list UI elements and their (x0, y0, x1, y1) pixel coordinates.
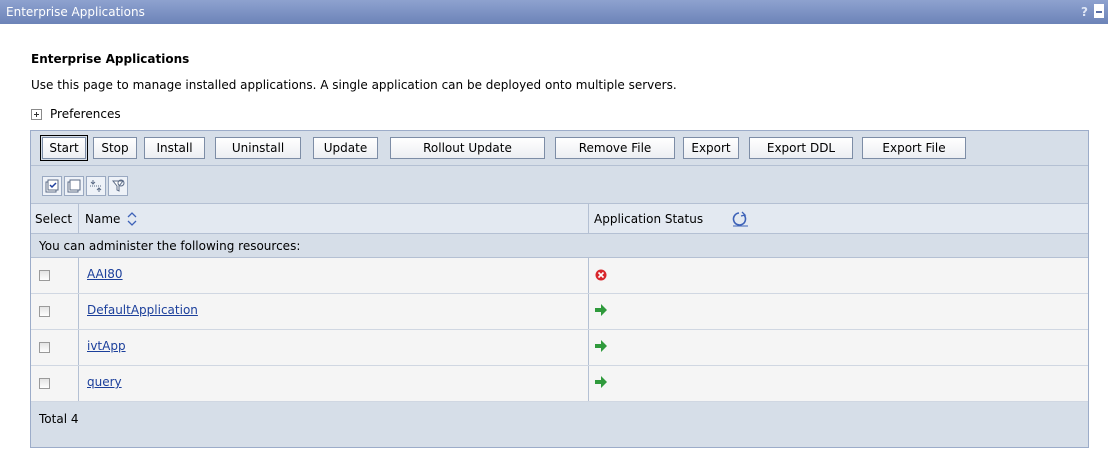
export-ddl-button[interactable]: Export DDL (749, 137, 853, 159)
table-row: DefaultApplication (31, 294, 1088, 330)
applications-panel: Start Stop Install Uninstall Update Roll… (30, 130, 1089, 448)
column-application-status: Application Status (594, 212, 704, 226)
table-icon-bar (31, 166, 1088, 204)
select-all-icon[interactable] (42, 176, 62, 196)
app-link-query[interactable]: query (87, 375, 122, 389)
stop-button[interactable]: Stop (93, 137, 137, 159)
started-icon (594, 339, 608, 353)
table-row: query (31, 366, 1088, 402)
column-divider (588, 258, 589, 293)
column-divider (78, 294, 79, 329)
column-divider (78, 258, 79, 293)
app-link-defaultapplication[interactable]: DefaultApplication (87, 303, 198, 317)
export-file-button[interactable]: Export File (862, 137, 966, 159)
export-button[interactable]: Export (683, 137, 739, 159)
table-header: Select Name Application Status (31, 204, 1088, 234)
stopped-icon (594, 268, 608, 282)
table-row: AAI80 (31, 258, 1088, 294)
remove-file-button[interactable]: Remove File (555, 137, 675, 159)
column-divider (78, 366, 79, 401)
column-name[interactable]: Name (85, 204, 120, 234)
column-divider (588, 204, 589, 233)
column-divider (588, 294, 589, 329)
started-icon (594, 375, 608, 389)
expand-collapse-icon[interactable] (86, 176, 106, 196)
update-button[interactable]: Update (313, 137, 378, 159)
row-checkbox[interactable] (39, 306, 50, 317)
table-footer: Total 4 (31, 402, 1088, 447)
row-checkbox[interactable] (39, 270, 50, 281)
help-icon[interactable]: ? (1081, 4, 1088, 20)
preferences-toggle[interactable]: Preferences (31, 107, 121, 121)
table-info-row: You can administer the following resourc… (31, 234, 1088, 258)
window-titlebar: Enterprise Applications ? (0, 0, 1108, 24)
table-row: ivtApp (31, 330, 1088, 366)
column-divider (588, 366, 589, 401)
window-title: Enterprise Applications (6, 5, 145, 19)
sort-icon[interactable] (125, 204, 139, 234)
app-link-aai80[interactable]: AAI80 (87, 267, 123, 281)
page-title: Enterprise Applications (31, 52, 190, 66)
column-select: Select (35, 212, 73, 226)
preferences-label[interactable]: Preferences (50, 107, 121, 121)
app-link-ivtapp[interactable]: ivtApp (87, 339, 126, 353)
install-button[interactable]: Install (144, 137, 205, 159)
started-icon (594, 303, 608, 317)
column-divider (78, 330, 79, 365)
action-button-bar: Start Stop Install Uninstall Update Roll… (31, 131, 1088, 166)
minimize-icon[interactable] (1094, 4, 1104, 18)
filter-icon[interactable] (108, 176, 128, 196)
page-description: Use this page to manage installed applic… (31, 78, 677, 92)
total-count: Total 4 (39, 412, 79, 426)
info-text: You can administer the following resourc… (39, 239, 301, 253)
expand-plus-icon[interactable] (31, 108, 42, 120)
uninstall-button[interactable]: Uninstall (215, 137, 301, 159)
row-checkbox[interactable] (39, 378, 50, 389)
rollout-update-button[interactable]: Rollout Update (390, 137, 545, 159)
column-divider (588, 330, 589, 365)
deselect-all-icon[interactable] (64, 176, 84, 196)
row-checkbox[interactable] (39, 342, 50, 353)
refresh-status-icon[interactable] (731, 204, 751, 234)
column-divider (78, 204, 79, 233)
start-button[interactable]: Start (40, 135, 88, 161)
